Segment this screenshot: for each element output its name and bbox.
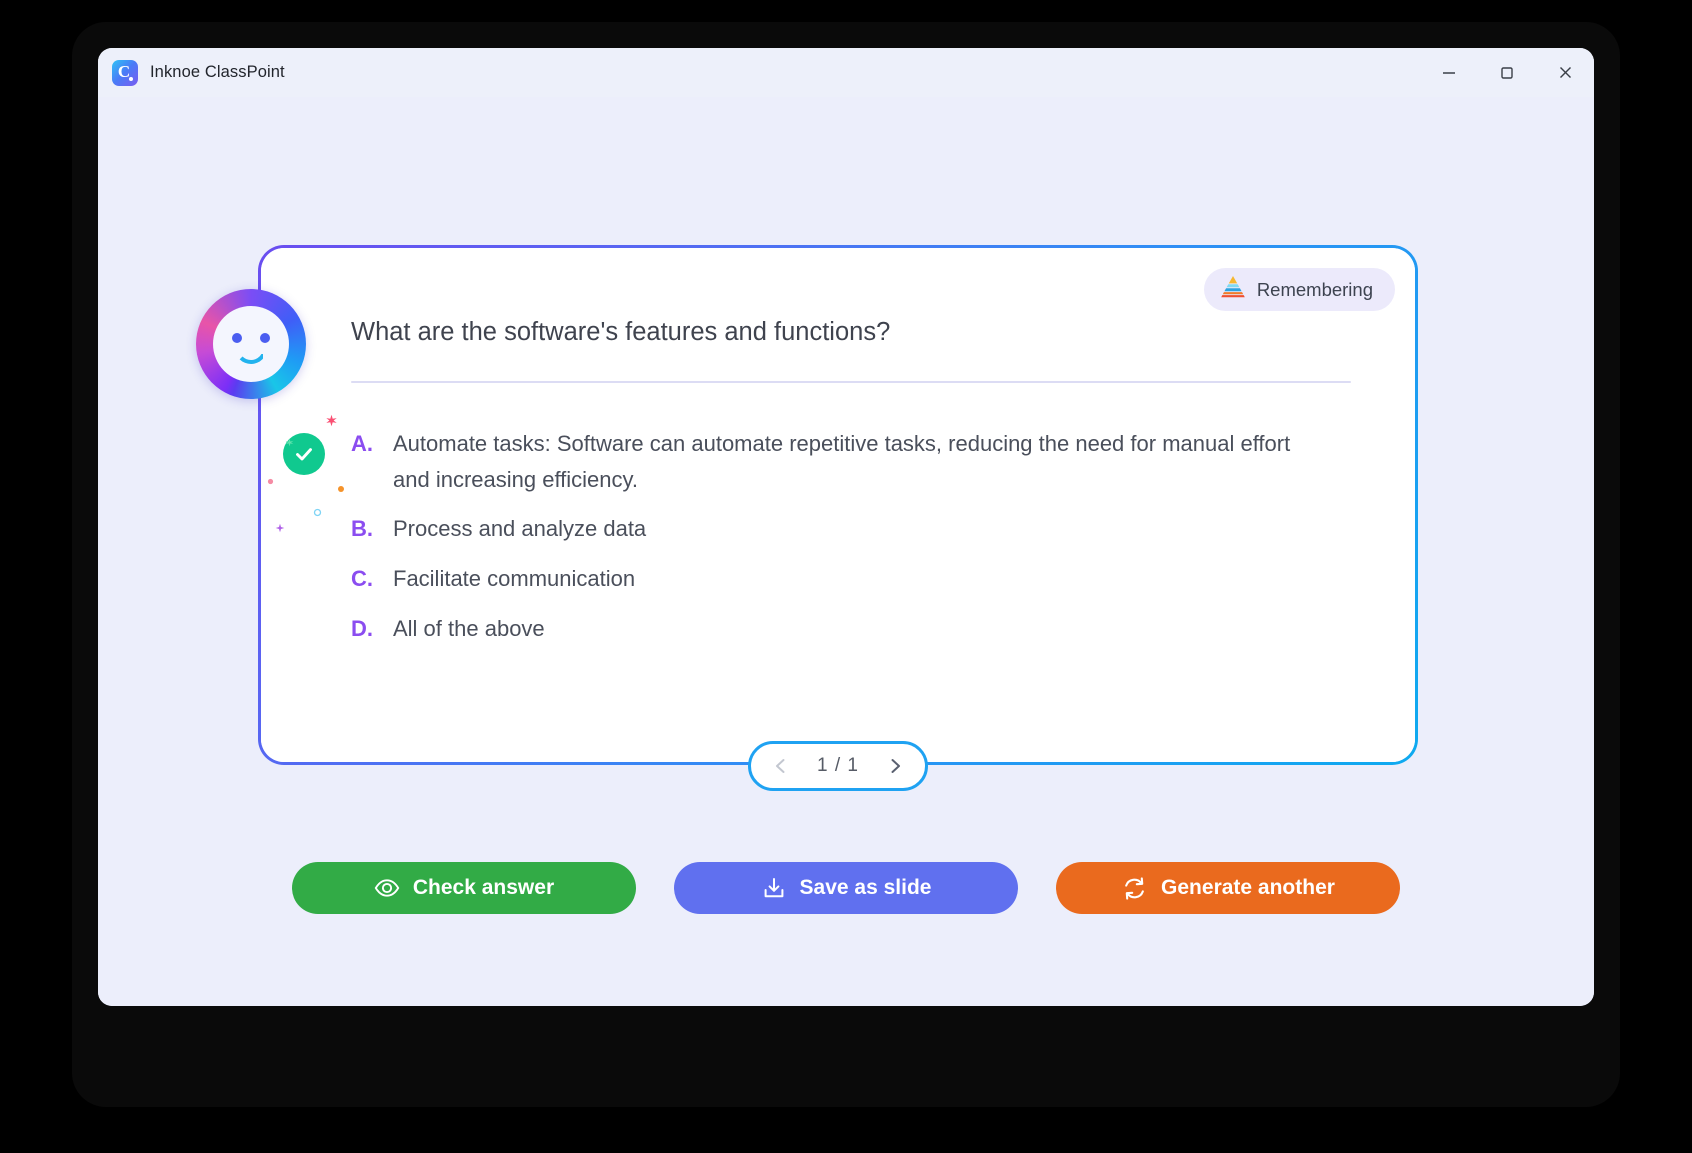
status-badge-label: Remembering (1256, 278, 1373, 300)
answer-option-letter: C. (351, 565, 373, 591)
answer-option[interactable]: C. Facilitate communication (351, 561, 1355, 597)
answer-option-letter: A. (351, 431, 373, 456)
answer-options-list: A. Automate tasks: Software can automate … (351, 426, 1355, 660)
status-badge[interactable]: Remembering (1203, 268, 1395, 311)
sparkle-decoration (275, 520, 285, 538)
answer-option-letter: D. (351, 615, 373, 641)
avatar-eye-right (260, 333, 270, 343)
title-bar: C Inknoe ClassPoint (98, 48, 1594, 97)
eye-icon (374, 875, 400, 901)
answer-option-text: Automate tasks: Software can automate re… (393, 431, 1291, 492)
blooms-taxonomy-pyramid-icon (1220, 275, 1246, 304)
check-circle-icon (283, 433, 325, 475)
answer-option[interactable]: B. Process and analyze data (351, 511, 1355, 547)
sparkle-decoration (267, 472, 274, 490)
minimize-icon[interactable] (1420, 48, 1478, 97)
answer-option-text: All of the above (393, 615, 545, 641)
download-icon (761, 875, 787, 901)
avatar-smile (235, 348, 267, 364)
sparkle-decoration (325, 414, 338, 432)
avatar-face (213, 306, 289, 382)
page-indicator: 1 / 1 (817, 755, 859, 776)
generate-another-label: Generate another (1161, 876, 1335, 899)
main-canvas: Remembering What are the software's feat… (98, 97, 1594, 1006)
generate-another-button[interactable]: Generate another (1056, 862, 1400, 914)
question-card-inner: Remembering What are the software's feat… (261, 248, 1415, 762)
check-answer-button[interactable]: Check answer (292, 862, 636, 914)
close-icon[interactable] (1536, 48, 1594, 97)
sparkle-decoration (337, 480, 345, 498)
application-window: C Inknoe ClassPoint Remembering What are… (98, 48, 1594, 1006)
maximize-icon[interactable] (1478, 48, 1536, 97)
answer-option[interactable]: A. Automate tasks: Software can automate … (351, 426, 1355, 497)
pagination-control: 1 / 1 (748, 741, 928, 791)
window-title: Inknoe ClassPoint (150, 63, 285, 81)
answer-option-text: Process and analyze data (393, 516, 647, 542)
avatar-eye-left (232, 333, 242, 343)
chevron-right-icon[interactable] (881, 752, 909, 780)
check-answer-label: Check answer (412, 876, 555, 899)
action-button-bar: Check answer Save as slide Generate anot… (98, 862, 1594, 914)
window-controls (1420, 48, 1594, 97)
answer-option-text: Facilitate communication (393, 565, 636, 591)
answer-option[interactable]: D. All of the above (351, 611, 1355, 647)
save-as-slide-label: Save as slide (799, 876, 932, 899)
answer-option-letter: B. (351, 516, 373, 542)
sparkle-decoration (313, 504, 322, 522)
question-card: Remembering What are the software's feat… (258, 245, 1418, 765)
screen-root: C Inknoe ClassPoint Remembering What are… (0, 0, 1692, 1153)
divider (351, 381, 1351, 383)
classpoint-logo-icon: C (112, 59, 138, 86)
refresh-icon (1121, 875, 1148, 902)
logo-dot (129, 76, 133, 81)
question-card-wrapper: Remembering What are the software's feat… (196, 245, 1418, 791)
chevron-left-icon[interactable] (767, 752, 795, 780)
ai-assistant-smiley-avatar (196, 289, 306, 399)
page-title: What are the software's features and fun… (351, 318, 891, 346)
save-as-slide-button[interactable]: Save as slide (674, 862, 1018, 914)
